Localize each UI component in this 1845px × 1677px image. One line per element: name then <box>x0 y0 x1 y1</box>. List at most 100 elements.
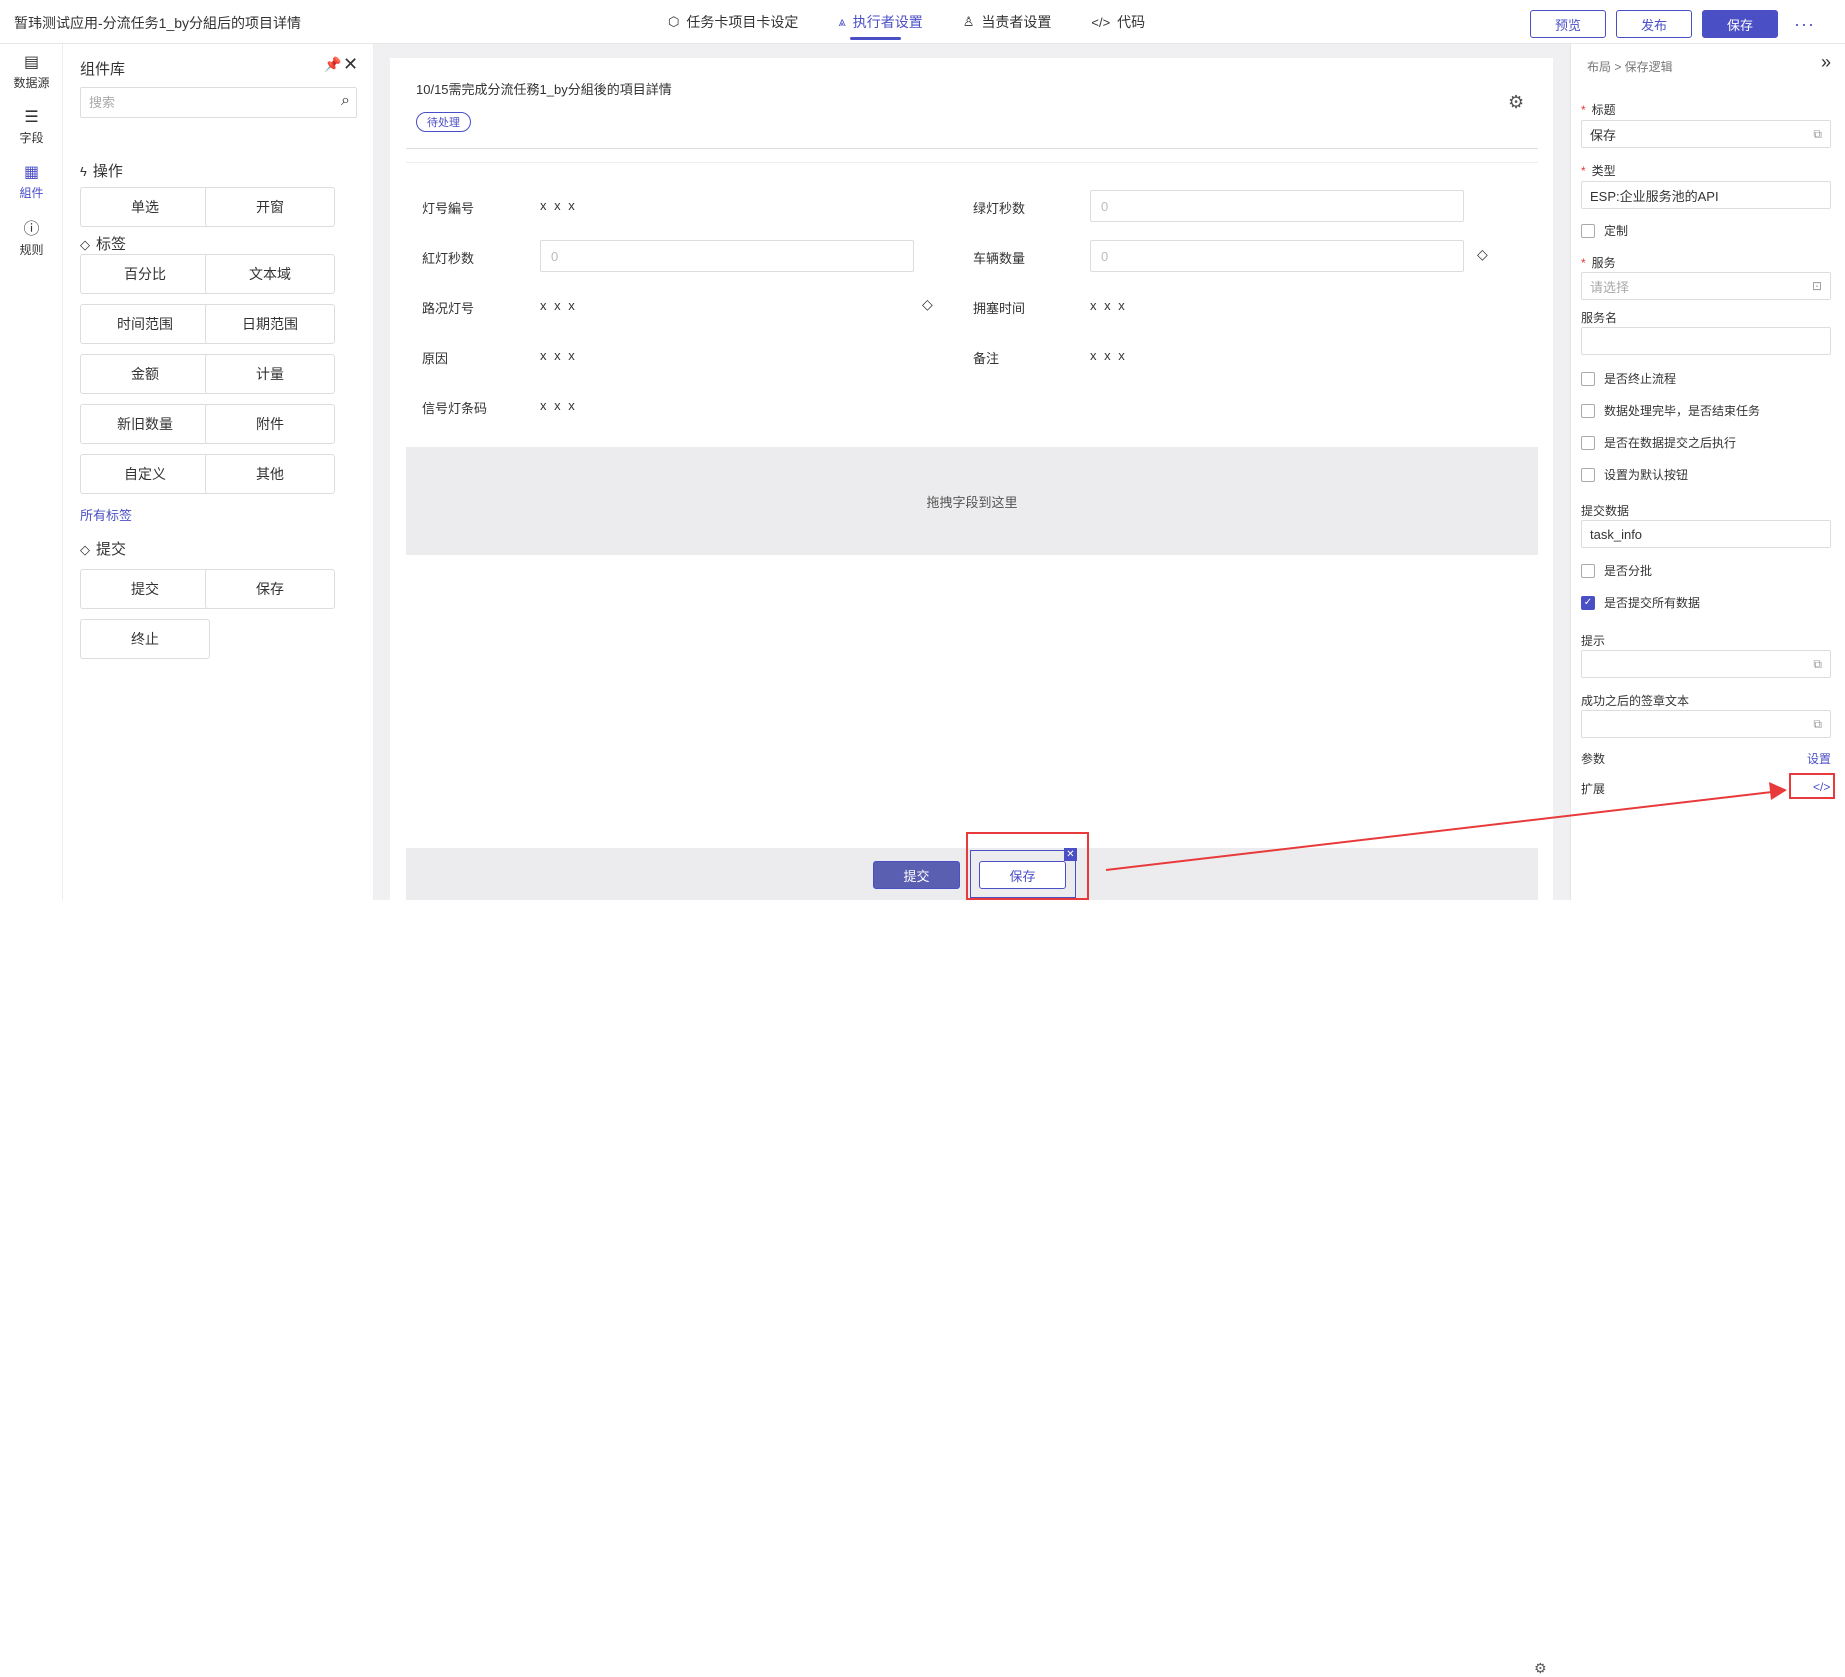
comp-textarea[interactable]: 文本域 <box>205 254 335 294</box>
success-text-input[interactable]: ⧉ <box>1581 710 1831 738</box>
tag-icon[interactable]: ◇ <box>922 296 933 313</box>
translate-icon[interactable]: ⧉ <box>1813 127 1822 142</box>
checkbox-box[interactable] <box>1581 435 1595 450</box>
publish-button[interactable]: 发布 <box>1615 10 1692 38</box>
list-icon: ☰ <box>24 109 39 126</box>
tag-icon[interactable]: ◇ <box>1477 246 1488 263</box>
comp-submit[interactable]: 提交 <box>80 569 210 609</box>
nav-fields-label: 字段 <box>19 131 44 145</box>
more-icon[interactable]: ··· <box>1794 14 1815 35</box>
title-value: 保存 <box>1590 127 1617 143</box>
default-button-checkbox[interactable]: 设置为默认按钮 <box>1581 466 1688 483</box>
submit-all-checkbox[interactable]: ✓ 是否提交所有数据 <box>1581 594 1700 611</box>
comp-save[interactable]: 保存 <box>205 569 335 609</box>
terminate-flow-checkbox[interactable]: 是否终止流程 <box>1581 370 1676 387</box>
checkbox-box[interactable] <box>1581 563 1595 578</box>
checkbox-box[interactable] <box>1581 223 1595 238</box>
tab-code[interactable]: </> 代码 <box>1091 0 1145 44</box>
cube-icon: ⬡ <box>668 14 680 29</box>
comp-old-new-qty[interactable]: 新旧数量 <box>80 404 210 444</box>
search-icon[interactable]: ⌕ <box>341 92 350 110</box>
alert-icon: ⓘ <box>23 221 40 238</box>
field-value: x x x <box>1090 348 1127 363</box>
tab-responsible[interactable]: ♙ 当责者设置 <box>963 0 1052 44</box>
comp-date-range[interactable]: 日期范围 <box>205 304 335 344</box>
footer-submit-button[interactable]: 提交 <box>873 861 960 889</box>
component-panel: 组件库 📌 ✕ ⌕ ϟ 操作 单选 开窗 ◇ 标签 百分比 文本域 时间范围 日期范… <box>64 44 374 900</box>
comp-attachment[interactable]: 附件 <box>205 404 335 444</box>
service-placeholder: 请选择 <box>1590 279 1630 295</box>
type-select[interactable]: ESP:企业服务池的API <box>1581 181 1831 209</box>
end-task-checkbox[interactable]: 数据处理完毕，是否结束任务 <box>1581 402 1760 419</box>
translate-icon[interactable]: ⧉ <box>1813 717 1822 732</box>
search-input[interactable] <box>81 88 311 117</box>
nav-components-label: 組件 <box>19 186 44 200</box>
comp-terminate[interactable]: 终止 <box>80 619 210 659</box>
nav-fields[interactable]: ☰ 字段 <box>0 99 63 154</box>
checkbox-box[interactable] <box>1581 371 1595 386</box>
nav-datasource[interactable]: ▤ 数据源 <box>0 44 63 99</box>
preview-button[interactable]: 预览 <box>1529 10 1606 38</box>
top-bar: 暂玮测试应用-分流任务1_by分組后的项目详情 ⬡ 任务卡项目卡设定 ⩓ 执行者… <box>0 0 1845 44</box>
section-tags-label: 标签 <box>96 236 127 253</box>
pin-icon[interactable]: 📌 <box>324 56 341 73</box>
section-tags: ◇ 标签 <box>80 233 126 254</box>
service-select[interactable]: 请选择 ⊡ <box>1581 272 1831 300</box>
checkbox-label: 是否分批 <box>1604 564 1653 578</box>
nav-components[interactable]: ▦ 組件 <box>0 154 63 209</box>
lightning-icon: ϟ <box>80 164 87 179</box>
comp-time-range[interactable]: 时间范围 <box>80 304 210 344</box>
tab-executor[interactable]: ⩓ 执行者设置 <box>838 0 923 44</box>
field-input[interactable]: 0 <box>1090 240 1464 272</box>
custom-checkbox[interactable]: 定制 <box>1581 222 1628 239</box>
comp-custom[interactable]: 自定义 <box>80 454 210 494</box>
drop-zone[interactable]: 拖拽字段到这里 <box>406 447 1538 555</box>
executor-icon: ⩓ <box>838 14 846 29</box>
save-button[interactable]: 保存 <box>1702 10 1779 38</box>
field-input[interactable]: 0 <box>1090 190 1464 222</box>
section-submit: ◇ 提交 <box>80 538 126 559</box>
field-input[interactable]: 0 <box>540 240 914 272</box>
tab-executor-label: 执行者设置 <box>852 14 923 30</box>
hint-input[interactable]: ⧉ <box>1581 650 1831 678</box>
expand-icon[interactable]: ⊡ <box>1812 279 1822 293</box>
collapse-icon[interactable]: » <box>1821 52 1831 73</box>
translate-icon[interactable]: ⧉ <box>1813 657 1822 672</box>
field-value: x x x <box>1090 298 1127 313</box>
design-canvas: 10/15需完成分流任務1_by分組後的項目詳情 待处理 ⚙ 灯号編号 x x … <box>390 58 1553 1676</box>
checkbox-box[interactable] <box>1581 403 1595 418</box>
tab-task-card[interactable]: ⬡ 任务卡项目卡设定 <box>668 0 798 44</box>
success-text-label: 成功之后的签章文本 <box>1581 694 1690 708</box>
close-icon[interactable]: ✕ <box>343 54 358 75</box>
service-label-text: 服务 <box>1591 256 1616 270</box>
submit-data-input[interactable]: task_info <box>1581 520 1831 548</box>
divider <box>406 162 1538 163</box>
comp-measure[interactable]: 计量 <box>205 354 335 394</box>
gear-icon[interactable]: ⚙ <box>1508 92 1524 113</box>
tag-icon: ◇ <box>80 237 90 252</box>
comp-percent[interactable]: 百分比 <box>80 254 210 294</box>
comp-single-select[interactable]: 单选 <box>80 187 210 227</box>
batch-checkbox[interactable]: 是否分批 <box>1581 562 1652 579</box>
comp-other[interactable]: 其他 <box>205 454 335 494</box>
gear-icon[interactable]: ⚙ <box>1534 1660 1547 1677</box>
service-name-input[interactable] <box>1581 327 1831 355</box>
comp-amount[interactable]: 金额 <box>80 354 210 394</box>
title-input[interactable]: 保存 ⧉ <box>1581 120 1831 148</box>
grid-icon: ▦ <box>23 164 40 181</box>
nav-rules[interactable]: ⓘ 规则 <box>0 209 63 264</box>
checkbox-box[interactable] <box>1581 467 1595 482</box>
all-tags-link[interactable]: 所有标签 <box>80 505 132 524</box>
properties-panel: 布局 > 保存逻辑 » * 标题 保存 ⧉ * 类型 ESP:企业服务池的API 定… <box>1570 44 1845 900</box>
title-label: * 标题 <box>1581 103 1616 117</box>
breadcrumb: 布局 > 保存逻辑 <box>1587 60 1673 74</box>
section-submit-label: 提交 <box>96 541 127 558</box>
checkbox-box-checked[interactable]: ✓ <box>1581 595 1595 610</box>
canvas-title: 10/15需完成分流任務1_by分組後的項目詳情 <box>416 82 672 97</box>
custom-label: 定制 <box>1604 224 1629 238</box>
after-submit-checkbox[interactable]: 是否在数据提交之后执行 <box>1581 434 1736 451</box>
params-settings-link[interactable]: 设置 <box>1807 750 1831 767</box>
field-value: x x x <box>540 298 577 313</box>
search-box: ⌕ <box>80 87 357 118</box>
comp-open-window[interactable]: 开窗 <box>205 187 335 227</box>
